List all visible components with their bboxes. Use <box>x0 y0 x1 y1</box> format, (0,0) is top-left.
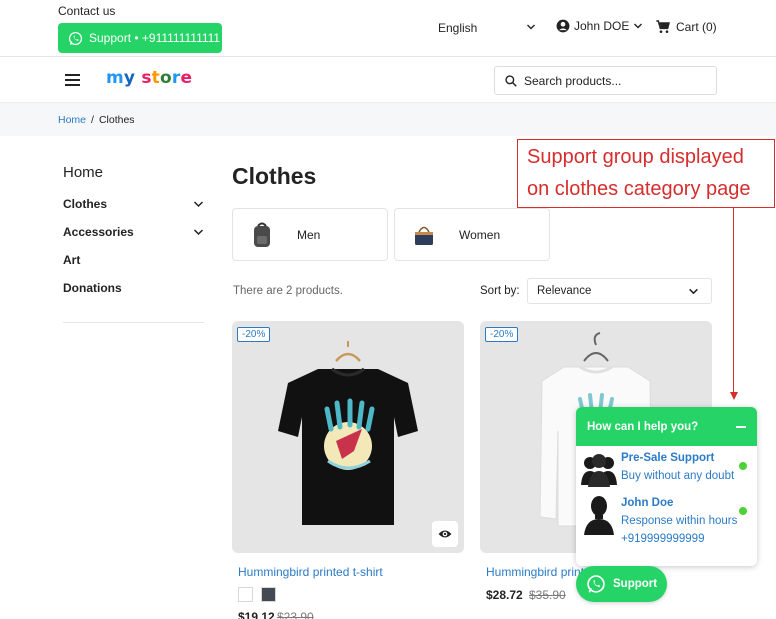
breadcrumb: Home / Clothes <box>0 103 776 136</box>
discount-badge: -20% <box>485 327 519 342</box>
sidebar-divider <box>63 322 204 323</box>
menu-icon[interactable] <box>65 74 80 89</box>
subcategory-label: Men <box>297 227 321 242</box>
product-price: $19.12 <box>238 610 275 619</box>
search-box[interactable] <box>494 66 717 95</box>
breadcrumb-home[interactable]: Home <box>58 114 86 126</box>
subcategory-label: Women <box>459 227 501 242</box>
agent-name: John Doe <box>621 497 674 509</box>
breadcrumb-separator: / <box>91 113 94 126</box>
sidebar-item-donations[interactable]: Donations <box>63 281 122 295</box>
breadcrumb-current: Clothes <box>98 113 135 126</box>
person-avatar-icon <box>584 496 614 535</box>
black-tshirt-image <box>278 341 418 525</box>
annotation-arrow-head <box>730 392 738 400</box>
color-swatch-dark[interactable] <box>261 587 276 602</box>
product-price: $28.72 <box>486 588 523 602</box>
language-selector[interactable]: English <box>438 21 477 35</box>
store-logo[interactable]: my store <box>106 68 192 88</box>
annotation-arrow <box>733 208 734 394</box>
whatsapp-support-label: Support • +911111111111 <box>89 31 221 45</box>
annotation-line-1: Support group displayed <box>527 146 744 168</box>
whatsapp-support-button[interactable]: Support • +911111111111 <box>58 23 222 53</box>
minimize-icon[interactable] <box>736 426 746 428</box>
product-old-price: $35.90 <box>529 588 566 602</box>
shopping-cart-icon <box>656 20 670 33</box>
sort-value: Relevance <box>537 285 592 297</box>
widget-title: How can I help you? <box>587 420 699 433</box>
cart-label: Cart (0) <box>676 20 717 34</box>
search-input[interactable] <box>524 73 704 88</box>
top-bar: Contact us Support • +911111111111 Engli… <box>0 0 776 57</box>
online-status-indicator <box>739 462 747 470</box>
chevron-down-icon <box>634 23 643 29</box>
color-swatch-white[interactable] <box>238 587 253 602</box>
widget-header: How can I help you? <box>576 407 757 446</box>
user-name: John DOE <box>574 19 630 33</box>
group-avatar-icon <box>581 454 617 487</box>
whatsapp-icon <box>587 575 605 593</box>
sidebar-item-accessories[interactable]: Accessories <box>63 225 134 239</box>
sidebar-title[interactable]: Home <box>63 164 103 181</box>
chevron-down-icon[interactable] <box>192 198 205 210</box>
agent-john-doe[interactable]: John Doe Response within hours +91999999… <box>576 494 757 554</box>
handbag-thumbnail <box>405 217 443 253</box>
annotation-line-2: on clothes category page <box>527 178 751 200</box>
online-status-indicator <box>739 507 747 515</box>
subcategory-women[interactable]: Women <box>394 208 550 261</box>
product-old-price: $23.90 <box>277 610 314 619</box>
sort-dropdown[interactable]: Relevance <box>527 278 712 304</box>
user-account-menu[interactable]: John DOE <box>556 19 643 33</box>
sidebar-item-clothes[interactable]: Clothes <box>63 197 107 211</box>
product-name-link[interactable]: Hummingbird printed t-shirt <box>238 565 383 579</box>
cart-link[interactable]: Cart (0) <box>655 19 717 35</box>
agent-info: Response within hours <box>621 515 738 527</box>
sort-label: Sort by: <box>480 285 520 297</box>
whatsapp-support-floating-button[interactable]: Support <box>576 566 667 602</box>
eye-icon <box>438 530 452 538</box>
subcategory-men[interactable]: Men <box>232 208 388 261</box>
discount-badge: -20% <box>237 327 271 342</box>
agent-name: Pre-Sale Support <box>621 452 715 464</box>
search-icon <box>505 74 517 87</box>
annotation-callout: Support group displayed on clothes categ… <box>517 139 775 208</box>
quick-view-button[interactable] <box>432 521 458 547</box>
sidebar-item-art[interactable]: Art <box>63 253 80 267</box>
whatsapp-icon <box>68 31 83 45</box>
support-button-label: Support <box>613 578 658 590</box>
main-header: my store <box>0 57 776 103</box>
contact-us-link[interactable]: Contact us <box>58 4 115 18</box>
support-chat-widget: How can I help you? Pre-Sale Support Buy… <box>576 407 757 566</box>
chevron-down-icon[interactable] <box>526 22 536 32</box>
backpack-thumbnail <box>243 217 281 253</box>
product-image[interactable]: -20% <box>232 321 464 553</box>
agent-info: Buy without any doubt <box>621 470 735 482</box>
page-title: Clothes <box>232 163 317 189</box>
chevron-down-icon <box>689 288 698 295</box>
agent-presale-support[interactable]: Pre-Sale Support Buy without any doubt <box>576 449 757 494</box>
account-icon <box>556 19 570 33</box>
chevron-down-icon[interactable] <box>192 226 205 238</box>
agent-phone: +919999999999 <box>621 533 705 545</box>
product-count: There are 2 products. <box>233 285 343 297</box>
